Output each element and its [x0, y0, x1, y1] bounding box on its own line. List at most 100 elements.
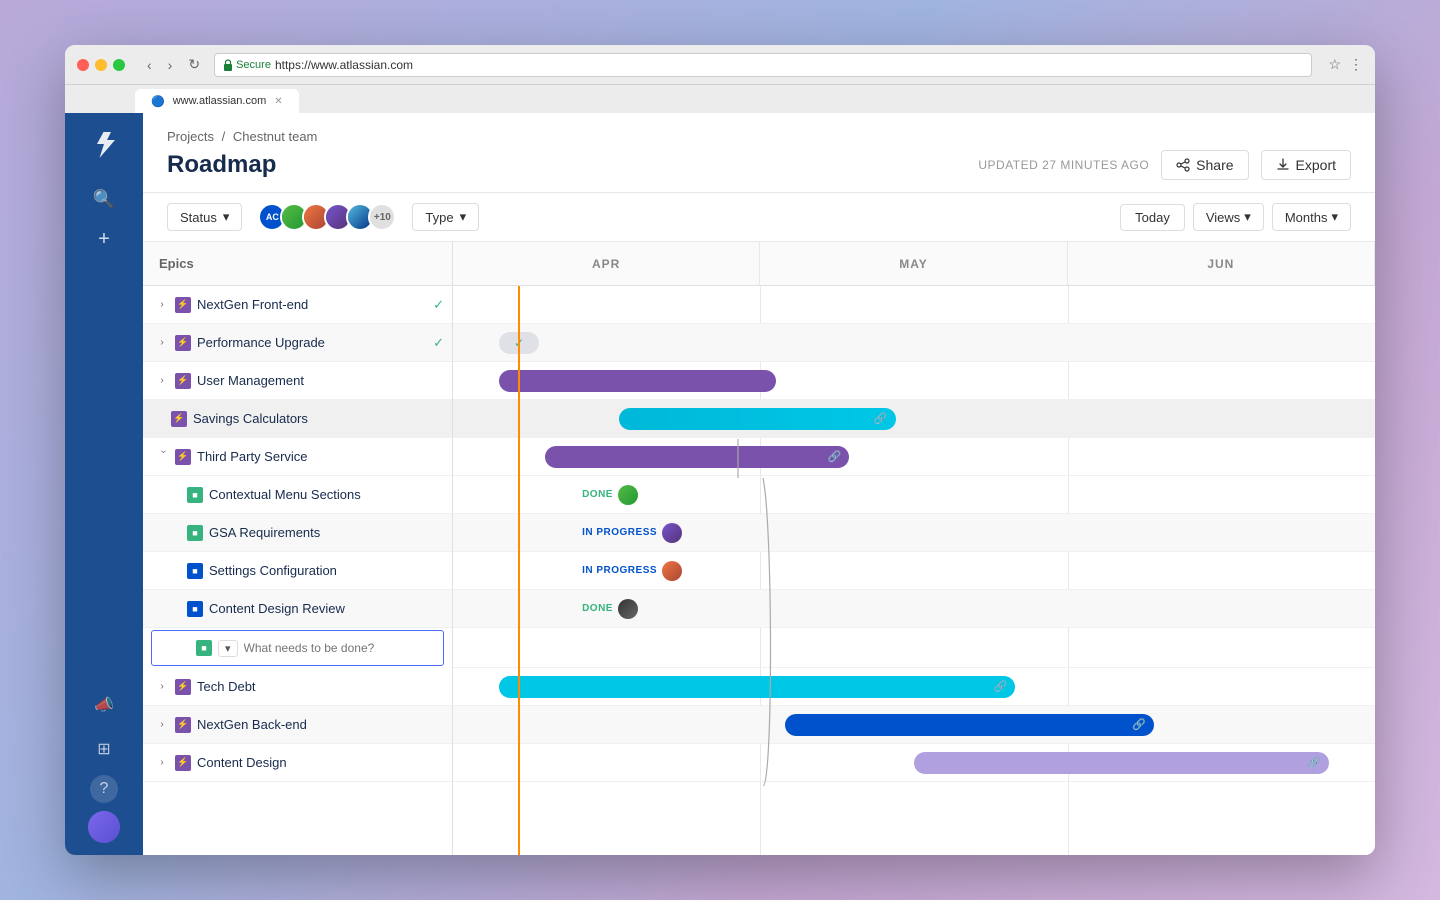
chevron-icon: ›	[155, 336, 169, 350]
status-filter[interactable]: Status ▾	[167, 203, 242, 231]
epic-icon-contextual-menu: ■	[187, 487, 203, 503]
status-chevron-icon: ▾	[223, 209, 230, 225]
epic-label-user-management: User Management	[197, 373, 444, 388]
menu-icon[interactable]: ⋮	[1349, 56, 1363, 73]
sidebar-item-search[interactable]: 🔍	[84, 181, 124, 217]
epic-row-third-party-service[interactable]: › ⚡ Third Party Service	[143, 438, 452, 476]
browser-tab[interactable]: 🔵 www.atlassian.com ✕	[135, 89, 299, 113]
today-button[interactable]: Today	[1120, 204, 1185, 231]
epic-label-nextgen-frontend: NextGen Front-end	[197, 297, 427, 312]
content-design-bar: 🔗	[914, 752, 1329, 774]
secure-text: Secure	[236, 59, 271, 71]
epic-row-contextual-menu[interactable]: ■ Contextual Menu Sections	[143, 476, 452, 514]
timeline-row-tech-debt: 🔗	[453, 668, 1375, 706]
views-chevron-icon: ▾	[1244, 209, 1251, 225]
new-item-input-row[interactable]: ■ ▾	[151, 630, 444, 666]
type-filter[interactable]: Type ▾	[412, 203, 479, 231]
new-item-type-selector[interactable]: ▾	[218, 640, 238, 657]
timeline-panel: APR MAY JUN	[453, 242, 1375, 855]
roadmap-container: Epics › ⚡ NextGen Front-end ✓	[143, 242, 1375, 855]
epic-row-content-design[interactable]: › ⚡ Content Design	[143, 744, 452, 782]
share-button[interactable]: Share	[1161, 150, 1248, 180]
browser-actions: ☆ ⋮	[1328, 56, 1363, 73]
epic-row-performance-upgrade[interactable]: › ⚡ Performance Upgrade ✓	[143, 324, 452, 362]
new-item-input[interactable]	[244, 641, 435, 655]
refresh-button[interactable]: ↻	[182, 54, 206, 75]
header-actions: UPDATED 27 MINUTES AGO Share	[978, 150, 1351, 180]
epic-row-gsa-requirements[interactable]: ■ GSA Requirements	[143, 514, 452, 552]
settings-configuration-status: IN PROGRESS	[582, 561, 682, 581]
tech-debt-bar: 🔗	[499, 676, 1015, 698]
epic-icon-savings-calculators: ⚡	[171, 411, 187, 427]
epic-row-tech-debt[interactable]: › ⚡ Tech Debt	[143, 668, 452, 706]
share-label: Share	[1196, 157, 1233, 173]
sidebar-item-notifications[interactable]: 📣	[84, 687, 124, 723]
third-party-service-bar: 🔗	[545, 446, 849, 468]
epic-label-performance-upgrade: Performance Upgrade	[197, 335, 427, 350]
traffic-lights	[77, 59, 125, 71]
toolbar: Status ▾ AC	[143, 193, 1375, 242]
breadcrumb-projects[interactable]: Projects	[167, 129, 214, 144]
epic-row-nextgen-frontend[interactable]: › ⚡ NextGen Front-end ✓	[143, 286, 452, 324]
user-avatar[interactable]	[88, 811, 120, 843]
epic-row-user-management[interactable]: › ⚡ User Management	[143, 362, 452, 400]
chevron-icon: ›	[155, 374, 169, 388]
settings-configuration-label: IN PROGRESS	[582, 565, 657, 576]
timeline-row-gsa-requirements: IN PROGRESS	[453, 514, 1375, 552]
months-button[interactable]: Months ▾	[1272, 203, 1351, 231]
minimize-button[interactable]	[95, 59, 107, 71]
export-button[interactable]: Export	[1261, 150, 1351, 180]
epic-row-nextgen-backend[interactable]: › ⚡ NextGen Back-end	[143, 706, 452, 744]
epic-icon-gsa-requirements: ■	[187, 525, 203, 541]
chevron-expanded-icon: ›	[155, 450, 169, 464]
timeline-row-user-management	[453, 362, 1375, 400]
header-row: Roadmap UPDATED 27 MINUTES AGO Shar	[167, 150, 1351, 180]
check-icon-performance-upgrade: ✓	[433, 335, 444, 351]
type-chevron-icon: ▾	[460, 209, 467, 225]
epic-icon-third-party-service: ⚡	[175, 449, 191, 465]
timeline-header: APR MAY JUN	[453, 242, 1375, 286]
epic-icon-tech-debt: ⚡	[175, 679, 191, 695]
back-button[interactable]: ‹	[141, 54, 158, 75]
address-bar[interactable]: Secure https://www.atlassian.com	[214, 53, 1312, 77]
breadcrumb-team[interactable]: Chestnut team	[233, 129, 318, 144]
timeline-body: ✓ 🔗	[453, 286, 1375, 855]
address-url: https://www.atlassian.com	[275, 58, 413, 72]
epic-row-savings-calculators[interactable]: ⚡ Savings Calculators	[143, 400, 452, 438]
sidebar-item-create[interactable]: +	[84, 221, 124, 257]
chevron-icon: ›	[155, 756, 169, 770]
epic-row-settings-configuration[interactable]: ■ Settings Configuration	[143, 552, 452, 590]
forward-button[interactable]: ›	[162, 54, 179, 75]
new-item-icon: ■	[196, 640, 212, 656]
gsa-requirements-label: IN PROGRESS	[582, 527, 657, 538]
close-button[interactable]	[77, 59, 89, 71]
contextual-menu-status: DONE	[582, 485, 638, 505]
tab-bar: 🔵 www.atlassian.com ✕	[65, 85, 1375, 113]
user-management-bar	[499, 370, 776, 392]
views-button[interactable]: Views ▾	[1193, 203, 1264, 231]
sidebar-item-help[interactable]: ?	[90, 775, 118, 803]
bookmark-icon[interactable]: ☆	[1328, 56, 1341, 73]
timeline-row-nextgen-backend: 🔗	[453, 706, 1375, 744]
maximize-button[interactable]	[113, 59, 125, 71]
epic-icon-user-management: ⚡	[175, 373, 191, 389]
epic-row-content-design-review[interactable]: ■ Content Design Review	[143, 590, 452, 628]
epic-label-gsa-requirements: GSA Requirements	[209, 525, 444, 540]
epic-icon-performance-upgrade: ⚡	[175, 335, 191, 351]
savings-calculators-bar: 🔗	[619, 408, 896, 430]
browser-nav: ‹ › ↻	[141, 54, 206, 75]
epic-label-contextual-menu: Contextual Menu Sections	[209, 487, 444, 502]
export-label: Export	[1296, 157, 1336, 173]
epic-label-third-party-service: Third Party Service	[197, 449, 444, 464]
month-may: MAY	[760, 242, 1067, 285]
sidebar-bottom: 📣 ⊞ ?	[84, 687, 124, 843]
avatar-more[interactable]: +10	[368, 203, 396, 231]
contextual-menu-avatar	[618, 485, 638, 505]
avatar-group: AC +10	[258, 203, 396, 231]
sidebar-logo[interactable]	[84, 125, 124, 165]
tab-close-icon[interactable]: ✕	[274, 96, 282, 107]
gsa-requirements-status: IN PROGRESS	[582, 523, 682, 543]
contextual-menu-done-label: DONE	[582, 489, 613, 500]
epics-panel: Epics › ⚡ NextGen Front-end ✓	[143, 242, 453, 855]
sidebar-item-apps[interactable]: ⊞	[84, 731, 124, 767]
